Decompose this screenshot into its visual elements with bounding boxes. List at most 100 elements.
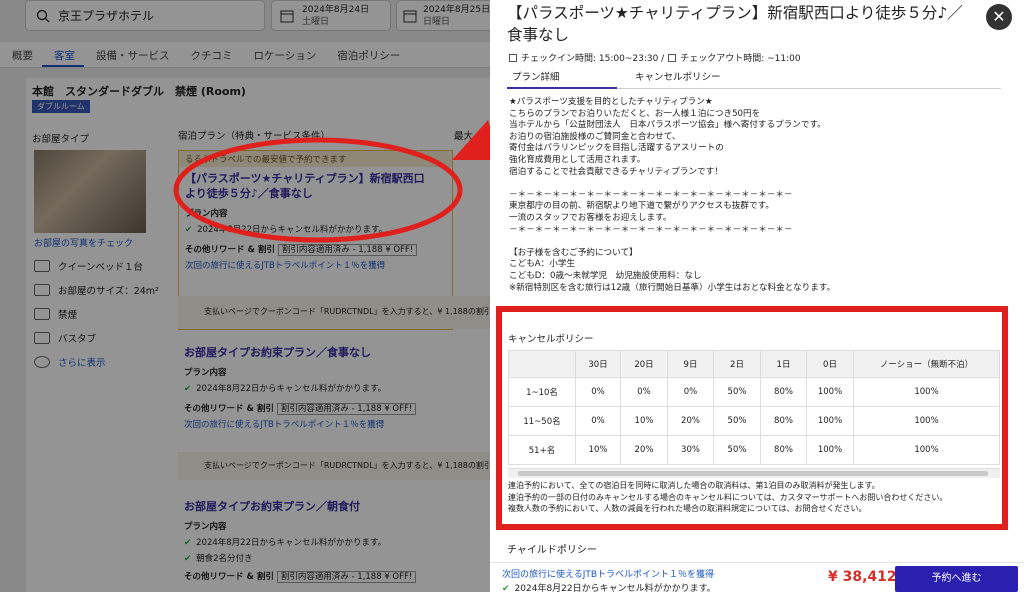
bath-info: バスタブ: [34, 326, 164, 350]
table-cell: 0%: [620, 377, 668, 407]
room-photo[interactable]: [34, 150, 146, 233]
checkout-time: チェックアウト時間: ~11:00: [680, 54, 801, 64]
bed-info: クイーンベッド１台: [34, 254, 164, 278]
plan-content-label: プラン内容: [184, 522, 227, 532]
table-cell: 50%: [713, 406, 761, 436]
table-cell: 100%: [806, 377, 854, 407]
table-cell: 11~50名: [508, 406, 576, 436]
reward-badge: 割引内容適用済み - 1,188 ¥ OFF!: [277, 244, 418, 256]
tab-location[interactable]: ロケーション: [242, 42, 326, 67]
plan-name-1[interactable]: 【パラスポーツ★チャリティプラン】新宿駅西口より徒歩５分♪／食事なし: [179, 167, 434, 205]
tab-facilities[interactable]: 設備・サービス: [84, 42, 179, 67]
coupon-banner-2: 支払いページでクーポンコード「RUDRCTNDL」を入力すると、¥ 1,188の…: [178, 452, 490, 480]
table-cell: 20%: [667, 406, 714, 436]
reward-label: その他リワード & 割引: [185, 245, 275, 255]
table-row: 11~50名 0% 10% 20% 50% 80% 100% 100%: [508, 406, 1000, 436]
tab-reviews[interactable]: クチコミ: [179, 42, 242, 67]
checkin-date: 2024年8月24日: [302, 4, 370, 15]
checkin-day: 土曜日: [302, 16, 330, 27]
check-icon: ✔: [502, 584, 510, 592]
checkout-date-field[interactable]: 2024年8月25日 日曜日: [396, 0, 490, 31]
smoking-info: 禁煙: [34, 302, 164, 326]
hotel-search-input[interactable]: 京王プラザホテル: [25, 0, 265, 31]
table-cell: 80%: [760, 377, 807, 407]
cancel-notes: 連泊予約において、全ての宿泊日を同時に取消した場合の取消料は、第1泊目のみ取消料…: [508, 481, 948, 513]
table-cell: 0%: [575, 377, 621, 407]
room-title: 本館 スタンダードダブル 禁煙 (Room): [32, 85, 246, 98]
scrollbar-thumb[interactable]: [518, 471, 988, 476]
table-row: 1~10名 0% 0% 0% 50% 80% 100% 100%: [508, 377, 1000, 407]
horizontal-scrollbar[interactable]: [508, 468, 1000, 478]
checkin-checkout-times: チェックイン時間: 15:00~23:30 / チェックアウト時間: ~11:0…: [509, 51, 801, 64]
tab-plan-detail[interactable]: プラン詳細: [507, 69, 617, 89]
child-policy-heading: チャイルドポリシー: [507, 545, 597, 556]
hotel-tabs: 概要 客室 設備・サービス クチコミ ロケーション 宿泊ポリシー: [0, 42, 490, 68]
points-link[interactable]: 次回の旅行に使えるJTBトラベルポイント１％を獲得: [178, 416, 453, 432]
checkin-date-field[interactable]: 2024年8月24日 土曜日: [271, 0, 391, 31]
table-cell: 100%: [853, 377, 1000, 407]
hotel-search-value: 京王プラザホテル: [58, 9, 155, 23]
tab-overview[interactable]: 概要: [0, 42, 42, 67]
calendar-icon: [280, 10, 294, 22]
max-heading: 最大: [454, 131, 474, 142]
check-icon: ✔: [184, 384, 192, 394]
table-row: 51+名 10% 20% 30% 50% 80% 100% 100%: [508, 435, 1000, 465]
table-cell: 0%: [667, 377, 714, 407]
bathtub-icon: [34, 332, 50, 344]
checkin-time: チェックイン時間: 15:00~23:30 /: [521, 54, 665, 64]
cancel-policy-table: 30日 20日 9日 2日 1日 0日 ノーショー（無断不泊） 1~10名 0% 0…: [508, 350, 1000, 465]
table-cell: 50%: [713, 377, 761, 407]
table-cell: 50%: [713, 435, 761, 465]
plan-card-2[interactable]: お部屋タイプお約束プラン／食事なし プラン内容 ✔ 2024年8月22日からキャン…: [178, 340, 453, 450]
panel-title: 【パラスポーツ★チャリティプラン】新宿駅西口より徒歩５分♪／食事なし: [507, 4, 963, 44]
plan-detail-panel: 【パラスポーツ★チャリティプラン】新宿駅西口より徒歩５分♪／食事なし ✕ チェッ…: [490, 0, 1024, 592]
plan-cancel-text: 2024年8月22日からキャンセル料がかかります。: [196, 538, 387, 548]
table-cell: 80%: [760, 406, 807, 436]
calendar-icon: [403, 10, 417, 22]
table-header: 1日: [760, 350, 807, 378]
plan-card-3[interactable]: お部屋タイプお約束プラン／朝食付 プラン内容 ✔ 2024年8月22日からキャンセ…: [178, 494, 453, 592]
total-price: ¥ 38,412: [828, 569, 897, 585]
table-cell: 30%: [667, 435, 714, 465]
bed-icon: [34, 260, 50, 272]
room-type-heading: お部屋タイプ: [32, 134, 90, 145]
plan-cancel-text: 2024年8月22日からキャンセル料がかかります。: [196, 384, 387, 394]
footer-points-link[interactable]: 次回の旅行に使えるJTBトラベルポイント１％を獲得: [502, 567, 714, 580]
table-header: [508, 350, 576, 378]
tab-policy[interactable]: 宿泊ポリシー: [325, 42, 409, 67]
table-cell: 1~10名: [508, 377, 576, 407]
close-button[interactable]: ✕: [986, 4, 1012, 30]
check-icon: ✔: [184, 538, 192, 548]
table-cell: 100%: [853, 406, 1000, 436]
show-more-link[interactable]: さらに表示: [34, 350, 164, 374]
clock-icon: [668, 53, 677, 62]
table-header: ノーショー（無断不泊）: [853, 350, 1000, 378]
plan-content-label: プラン内容: [185, 209, 228, 219]
cancel-policy-heading: キャンセルポリシー: [508, 334, 594, 345]
points-link[interactable]: 次回の旅行に使えるJTBトラベルポイント１％を獲得: [179, 257, 452, 273]
search-icon: [36, 9, 50, 22]
coupon-banner-1: 支払いページでクーポンコード「RUDRCTNDL」を入力すると、¥ 1,188の…: [178, 296, 490, 329]
checkout-day: 日曜日: [423, 16, 451, 27]
plan-name-2[interactable]: お部屋タイプお約束プラン／食事なし: [178, 340, 453, 364]
tab-rooms[interactable]: 客室: [42, 42, 84, 67]
size-icon: [34, 284, 50, 296]
table-header: 20日: [620, 350, 668, 378]
room-photo-link[interactable]: お部屋の写真をチェック: [34, 236, 133, 249]
table-cell: 80%: [760, 435, 807, 465]
reserve-button[interactable]: 予約へ進む: [895, 566, 1018, 592]
table-header: 2日: [713, 350, 761, 378]
plan-banner: るるぶトラベルでの最安値で予約できます: [179, 151, 452, 167]
table-header: 30日: [575, 350, 621, 378]
table-cell: 100%: [806, 435, 854, 465]
close-icon: ✕: [992, 7, 1006, 26]
table-cell: 100%: [853, 435, 1000, 465]
plan-name-3[interactable]: お部屋タイプお約束プラン／朝食付: [178, 494, 453, 518]
tab-cancel-policy[interactable]: キャンセルポリシー: [635, 69, 721, 83]
room-badge: ダブルルーム: [32, 100, 90, 113]
size-info: お部屋のサイズ：24m²: [34, 278, 164, 302]
plan-cancel-text: 2024年8月22日からキャンセル料がかかります。: [197, 225, 388, 235]
table-cell: 100%: [806, 406, 854, 436]
clock-icon: [509, 53, 517, 62]
cancel-policy-table-wrap[interactable]: 30日 20日 9日 2日 1日 0日 ノーショー（無断不泊） 1~10名 0% 0…: [508, 350, 1000, 478]
